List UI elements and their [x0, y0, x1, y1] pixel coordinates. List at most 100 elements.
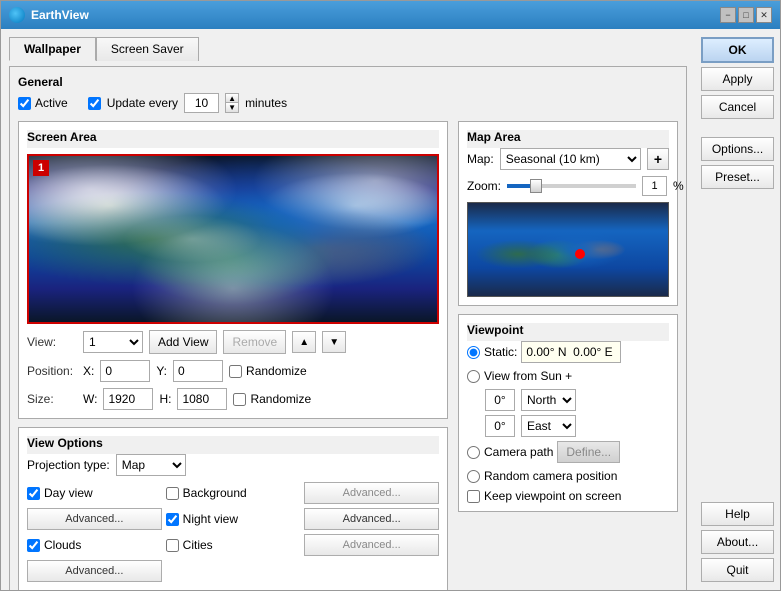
- close-button[interactable]: ✕: [756, 7, 772, 23]
- zoom-label: Zoom:: [467, 179, 501, 193]
- night-view-label: Night view: [183, 512, 238, 526]
- zoom-row: Zoom: %: [467, 176, 669, 196]
- randomize-pos-group: Randomize: [229, 364, 307, 378]
- minimize-button[interactable]: −: [720, 7, 736, 23]
- nav-up-button[interactable]: ▲: [292, 331, 316, 353]
- map-label: Map:: [467, 152, 494, 166]
- active-group: Active: [18, 96, 68, 110]
- define-button[interactable]: Define...: [557, 441, 620, 463]
- randomize-size-checkbox[interactable]: [233, 393, 246, 406]
- add-view-button[interactable]: Add View: [149, 330, 217, 354]
- screen-area-title: Screen Area: [27, 130, 439, 148]
- proj-label: Projection type:: [27, 458, 110, 472]
- view-options-title: View Options: [27, 436, 439, 454]
- size-controls: Size: W: H: Randomize: [27, 388, 439, 410]
- h-label: H:: [159, 392, 171, 406]
- zoom-value-input[interactable]: [642, 176, 667, 196]
- static-label: Static:: [484, 345, 517, 359]
- two-panel: Screen Area 1 View: 1: [18, 121, 678, 590]
- sun-dir1-select[interactable]: North South: [521, 389, 576, 411]
- proj-select[interactable]: Map Globe Flat: [116, 454, 186, 476]
- tab-wallpaper[interactable]: Wallpaper: [9, 37, 96, 61]
- advanced-night-button[interactable]: Advanced...: [304, 508, 439, 530]
- app-icon: [9, 7, 25, 23]
- view-select[interactable]: 1: [83, 331, 143, 353]
- options-button[interactable]: Options...: [701, 137, 774, 161]
- add-map-button[interactable]: +: [647, 148, 669, 170]
- clouds-label: Clouds: [44, 538, 81, 552]
- maximize-button[interactable]: □: [738, 7, 754, 23]
- w-input[interactable]: [103, 388, 153, 410]
- preset-button[interactable]: Preset...: [701, 165, 774, 189]
- zoom-percent: %: [673, 179, 684, 193]
- sun-controls-1: North South: [485, 389, 669, 411]
- active-checkbox[interactable]: [18, 97, 31, 110]
- map-area-title: Map Area: [467, 130, 669, 148]
- y-label: Y:: [156, 364, 167, 378]
- coord-input[interactable]: [521, 341, 621, 363]
- general-controls: Active Update every ▲ ▼ minutes: [18, 93, 678, 113]
- static-radio[interactable]: [467, 346, 480, 359]
- sun-radio[interactable]: [467, 370, 480, 383]
- camera-path-label: Camera path: [484, 445, 553, 459]
- viewpoint-box: Viewpoint Static: View from Sun +: [458, 314, 678, 512]
- apply-button[interactable]: Apply: [701, 67, 774, 91]
- advanced-clouds-button[interactable]: Advanced...: [27, 560, 162, 582]
- proj-row: Projection type: Map Globe Flat: [27, 454, 439, 476]
- map-select[interactable]: Seasonal (10 km): [500, 148, 641, 170]
- static-radio-group: Static:: [467, 341, 669, 363]
- random-camera-group: Random camera position: [467, 469, 669, 483]
- camera-path-radio[interactable]: [467, 446, 480, 459]
- clouds-row: Clouds: [27, 538, 162, 552]
- map-area-box: Map Area Map: Seasonal (10 km) + Zoom:: [458, 121, 678, 306]
- sun-label: View from Sun +: [484, 369, 572, 383]
- night-view-checkbox[interactable]: [166, 513, 179, 526]
- quit-button[interactable]: Quit: [701, 558, 774, 582]
- advanced-background-button[interactable]: Advanced...: [304, 482, 439, 504]
- remove-button[interactable]: Remove: [223, 330, 286, 354]
- about-button[interactable]: About...: [701, 530, 774, 554]
- advanced-cities-button[interactable]: Advanced...: [304, 534, 439, 556]
- cities-checkbox[interactable]: [166, 539, 179, 552]
- day-view-checkbox[interactable]: [27, 487, 40, 500]
- background-row: Background: [166, 486, 301, 500]
- camera-path-group: Camera path Define...: [467, 441, 669, 463]
- cancel-button[interactable]: Cancel: [701, 95, 774, 119]
- zoom-slider[interactable]: [507, 184, 636, 188]
- update-label: Update every: [107, 96, 178, 110]
- random-camera-radio[interactable]: [467, 470, 480, 483]
- general-section: General Active Update every ▲: [18, 75, 678, 113]
- randomize-pos-checkbox[interactable]: [229, 365, 242, 378]
- y-input[interactable]: [173, 360, 223, 382]
- clouds-checkbox[interactable]: [27, 539, 40, 552]
- background-label: Background: [183, 486, 247, 500]
- background-checkbox[interactable]: [166, 487, 179, 500]
- cloud-overlay: [29, 156, 437, 322]
- advanced-day-button[interactable]: Advanced...: [27, 508, 162, 530]
- spin-down-button[interactable]: ▼: [225, 103, 239, 113]
- x-input[interactable]: [100, 360, 150, 382]
- right-buttons-panel: OK Apply Cancel Options... Preset... Hel…: [695, 29, 780, 590]
- sun-deg2-input[interactable]: [485, 415, 515, 437]
- keep-viewpoint-checkbox[interactable]: [467, 490, 480, 503]
- sun-dir2-select[interactable]: East West: [521, 415, 576, 437]
- spin-up-button[interactable]: ▲: [225, 93, 239, 103]
- random-camera-label: Random camera position: [484, 469, 617, 483]
- ok-button[interactable]: OK: [701, 37, 774, 63]
- sun-deg1-input[interactable]: [485, 389, 515, 411]
- h-input[interactable]: [177, 388, 227, 410]
- cities-row: Cities: [166, 538, 301, 552]
- w-label: W:: [83, 392, 97, 406]
- tab-bar: Wallpaper Screen Saver: [9, 37, 687, 61]
- tab-screen-saver[interactable]: Screen Saver: [96, 37, 199, 61]
- update-value-input[interactable]: [184, 93, 219, 113]
- view-controls: View: 1 Add View Remove ▲ ▼: [27, 330, 439, 354]
- title-bar: EarthView − □ ✕: [1, 1, 780, 29]
- randomize-size-label: Randomize: [250, 392, 311, 406]
- help-button[interactable]: Help: [701, 502, 774, 526]
- view-options-box: View Options Projection type: Map Globe …: [18, 427, 448, 590]
- view-badge: 1: [33, 160, 49, 176]
- update-checkbox[interactable]: [88, 97, 101, 110]
- nav-down-button[interactable]: ▼: [322, 331, 346, 353]
- map-location-dot: [575, 249, 585, 259]
